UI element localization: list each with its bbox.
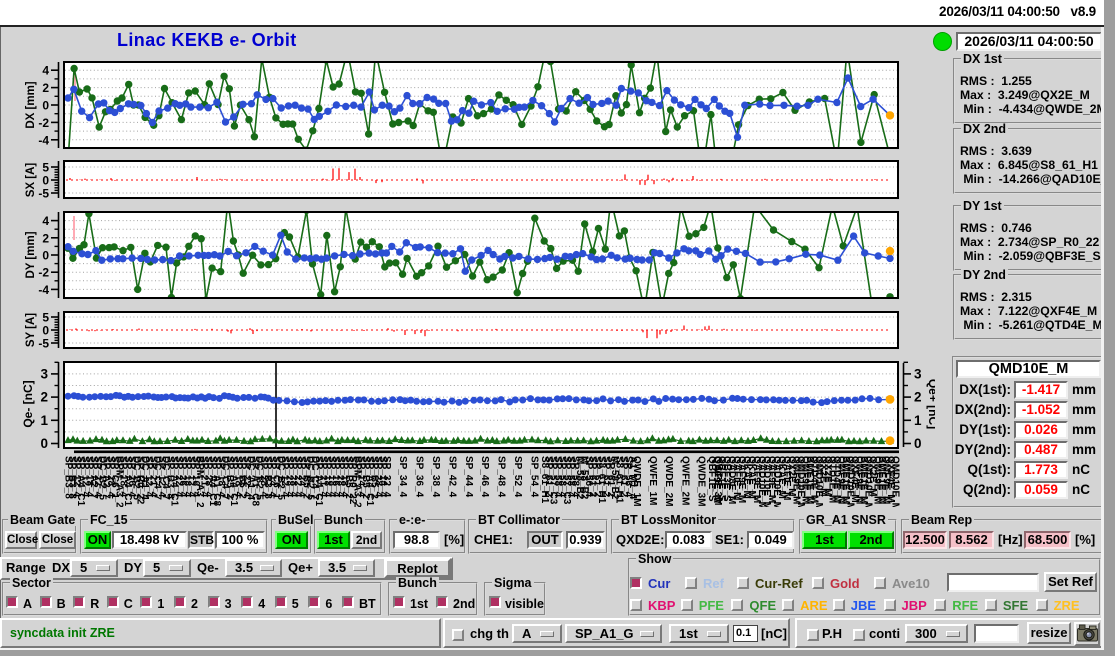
svg-text:2: 2 <box>40 390 48 405</box>
svg-text:1: 1 <box>914 413 922 428</box>
svg-text:0: 0 <box>42 324 49 338</box>
svg-text:5: 5 <box>42 311 49 325</box>
svg-text:QWFE_2M: QWFE_2M <box>679 456 690 505</box>
svg-text:-5: -5 <box>38 187 49 201</box>
svg-text:3: 3 <box>40 366 48 381</box>
svg-text:SP_36_4: SP_36_4 <box>414 456 425 498</box>
svg-text:5: 5 <box>42 161 49 175</box>
svg-text:-5: -5 <box>38 337 49 351</box>
svg-text:SP_48_4: SP_48_4 <box>496 456 507 498</box>
svg-text:QMD10E_M: QMD10E_M <box>889 456 900 511</box>
svg-text:2: 2 <box>42 231 49 245</box>
svg-text:2: 2 <box>914 390 922 405</box>
svg-text:1: 1 <box>40 413 48 428</box>
svg-text:2: 2 <box>42 81 49 95</box>
svg-text:DY [mm]: DY [mm] <box>25 231 37 278</box>
svg-text:SP_32_4: SP_32_4 <box>381 456 392 498</box>
svg-text:-4: -4 <box>38 133 49 147</box>
svg-text:SX [A]: SX [A] <box>25 163 37 198</box>
svg-text:0: 0 <box>40 436 48 451</box>
svg-text:SP_54_4: SP_54_4 <box>528 456 539 498</box>
svg-text:SP_34_4: SP_34_4 <box>397 456 408 498</box>
svg-text:0: 0 <box>42 249 49 263</box>
svg-text:QWDE_1M: QWDE_1M <box>631 456 642 507</box>
svg-text:SP_42_4: SP_42_4 <box>446 456 457 498</box>
svg-text:Qe- [nC]: Qe- [nC] <box>21 380 35 427</box>
svg-text:DX [mm]: DX [mm] <box>25 81 37 128</box>
svg-text:Qe+ [nC]: Qe+ [nC] <box>926 379 935 429</box>
svg-text:-2: -2 <box>38 116 49 130</box>
svg-text:QWFE_1M: QWFE_1M <box>647 456 658 505</box>
svg-text:SP_44_4: SP_44_4 <box>463 456 474 498</box>
svg-text:SY [A]: SY [A] <box>25 313 37 347</box>
svg-text:0: 0 <box>914 436 922 451</box>
svg-text:QWDE_2M: QWDE_2M <box>663 456 674 507</box>
svg-text:0: 0 <box>42 99 49 113</box>
svg-text:SP_52_4: SP_52_4 <box>512 456 523 498</box>
svg-text:QWDE_3M: QWDE_3M <box>696 456 707 507</box>
svg-text:-2: -2 <box>38 266 49 280</box>
svg-text:SP_46_4: SP_46_4 <box>479 456 490 498</box>
svg-text:-4: -4 <box>38 283 49 297</box>
svg-text:4: 4 <box>42 214 49 228</box>
svg-text:3: 3 <box>914 366 922 381</box>
svg-text:4: 4 <box>42 64 49 78</box>
svg-text:0: 0 <box>42 174 49 188</box>
svg-text:SP_38_4: SP_38_4 <box>430 456 441 498</box>
